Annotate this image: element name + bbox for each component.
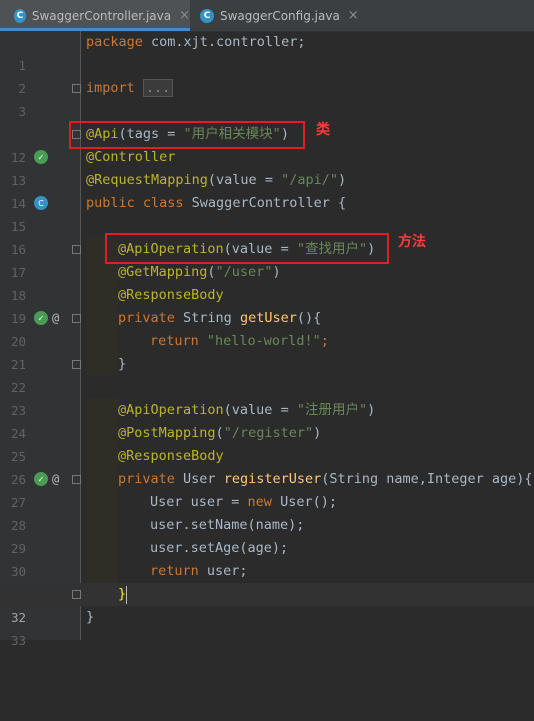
code-line[interactable]: 26 @ResponseBody xyxy=(0,445,534,487)
code-line[interactable]: 19 @ResponseBody xyxy=(0,284,534,326)
code-line[interactable]: 13 ✓ @Controller xyxy=(0,146,534,188)
annotation-icon[interactable]: @ xyxy=(52,468,59,491)
code-line[interactable]: 14 @RequestMapping(value = "/api/") xyxy=(0,169,534,211)
code-line[interactable]: 2 xyxy=(0,54,534,96)
code-line[interactable]: 1 package com.xjt.controller; xyxy=(0,31,534,73)
code-line[interactable]: 25 @PostMapping("/register") xyxy=(0,422,534,464)
code-line[interactable]: 22 } xyxy=(0,353,534,395)
line-number: 33 xyxy=(10,633,26,648)
fold-expand-icon[interactable] xyxy=(72,84,81,93)
fold-icon[interactable] xyxy=(72,475,81,484)
code-line[interactable]: 29 user.setName(name); xyxy=(0,514,534,556)
tab-label: SwaggerController.java xyxy=(31,8,172,23)
close-icon[interactable]: × xyxy=(348,8,359,23)
close-icon[interactable]: × xyxy=(179,8,190,23)
code-line[interactable]: 18 @GetMapping("/user") xyxy=(0,261,534,303)
folded-imports[interactable]: ... xyxy=(142,79,174,97)
code-editor[interactable]: 1 package com.xjt.controller; 2 3 import… xyxy=(0,31,534,648)
code-line-current[interactable]: 32 } xyxy=(0,583,534,625)
code-line[interactable]: 20 ✓ @ private String getUser(){ xyxy=(0,307,534,349)
text-caret xyxy=(126,586,127,604)
tab-label: SwaggerConfig.java xyxy=(220,8,340,23)
method-callout-label: 方法 xyxy=(398,234,426,250)
code-line[interactable]: 15 C public class SwaggerController { xyxy=(0,192,534,234)
spring-bean-icon[interactable]: ✓ xyxy=(34,150,48,164)
class-callout-label: 类 xyxy=(316,122,330,138)
fold-icon[interactable] xyxy=(72,245,81,254)
class-icon[interactable]: C xyxy=(34,196,48,210)
java-class-icon: C xyxy=(200,8,214,23)
fold-icon[interactable] xyxy=(72,360,81,369)
code-line[interactable]: 3 import ... xyxy=(0,77,534,119)
code-line[interactable]: 27 ✓ @ private User registerUser(String … xyxy=(0,468,534,510)
code-line[interactable]: 23 xyxy=(0,376,534,418)
fold-icon[interactable] xyxy=(72,314,81,323)
editor-tab-bar: C SwaggerController.java × C SwaggerConf… xyxy=(0,0,534,32)
code-line[interactable]: 21 return "hello-world!"; xyxy=(0,330,534,372)
java-class-icon: C xyxy=(14,8,26,23)
annotation-icon[interactable]: @ xyxy=(52,307,59,330)
class-annotation-highlight xyxy=(69,121,305,149)
code-line[interactable]: 30 user.setAge(age); xyxy=(0,537,534,579)
code-line[interactable]: 31 return user; xyxy=(0,560,534,602)
fold-icon[interactable] xyxy=(72,590,81,599)
method-annotation-highlight xyxy=(105,233,389,264)
code-line[interactable]: 33 } xyxy=(0,606,534,648)
tab-swagger-controller[interactable]: C SwaggerController.java × xyxy=(0,0,190,31)
tab-swagger-config[interactable]: C SwaggerConfig.java × xyxy=(192,0,362,31)
spring-mapping-icon[interactable]: ✓ xyxy=(34,311,48,325)
spring-mapping-icon[interactable]: ✓ xyxy=(34,472,48,486)
code-line[interactable]: 28 User user = new User(); xyxy=(0,491,534,533)
code-line[interactable]: 24 @ApiOperation(value = "注册用户") xyxy=(0,399,534,441)
line-number: 3 xyxy=(18,104,26,119)
